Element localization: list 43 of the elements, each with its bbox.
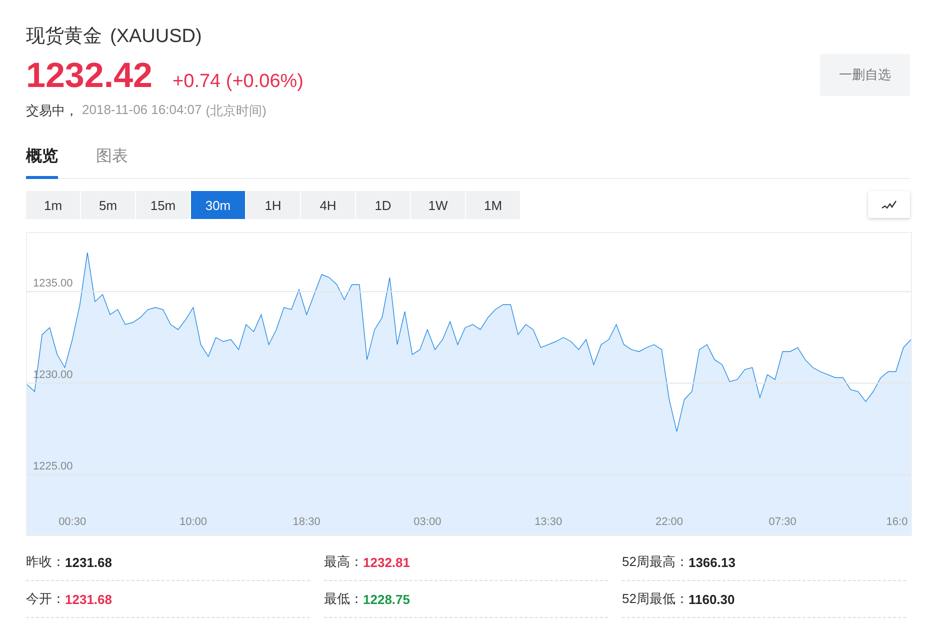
price-change: +0.74 (+0.06%) <box>172 71 304 93</box>
axis-label: 1235.00 <box>33 278 73 290</box>
axis-label: 07:30 <box>768 516 796 528</box>
interval-button[interactable]: 15m <box>136 191 190 219</box>
tab[interactable]: 概览 <box>26 146 58 179</box>
axis-label: 10:00 <box>179 516 207 528</box>
price: 1232.42 <box>26 56 153 96</box>
tab[interactable]: 图表 <box>96 146 128 179</box>
axis-label: 22:00 <box>655 516 683 528</box>
chart-type-button[interactable] <box>868 191 910 218</box>
stat-value: 1160.30 <box>688 592 735 606</box>
stat-label: 52周最高： <box>622 553 688 571</box>
interval-button[interactable]: 4H <box>301 191 355 219</box>
interval-button[interactable]: 1D <box>356 191 410 219</box>
interval-button[interactable]: 1H <box>246 191 300 219</box>
trading-status: 交易中， <box>26 102 78 120</box>
timestamp: 2018-11-06 16:04:07 <box>82 102 202 119</box>
watchlist-button[interactable]: 一删自选 <box>820 54 910 96</box>
axis-label: 16:0 <box>886 516 908 528</box>
stat-label: 今开： <box>26 590 65 608</box>
asset-symbol: (XAUUSD) <box>110 25 202 49</box>
interval-button[interactable]: 30m <box>191 191 245 219</box>
stat-value: 1232.81 <box>363 554 410 570</box>
interval-button[interactable]: 1m <box>26 191 80 219</box>
interval-button[interactable]: 1W <box>411 191 465 219</box>
axis-label: 18:30 <box>292 516 320 528</box>
stat-label: 52周最低： <box>622 590 688 608</box>
axis-label: 00:30 <box>58 516 86 528</box>
stat-value: 1228.75 <box>363 592 410 606</box>
axis-label: 03:00 <box>414 516 442 528</box>
stat-value: 1231.68 <box>65 592 112 606</box>
axis-label: 1225.00 <box>33 460 73 473</box>
stat-label: 最高： <box>324 553 363 571</box>
stat-value: 1231.68 <box>65 554 112 570</box>
stat-value: 1366.13 <box>688 554 736 570</box>
interval-button[interactable]: 5m <box>81 191 135 219</box>
stat-label: 最低： <box>324 590 363 608</box>
line-chart-icon <box>881 200 897 210</box>
timezone: (北京时间) <box>206 102 266 120</box>
asset-name: 现货黄金 <box>26 25 102 49</box>
axis-label: 13:30 <box>534 516 562 528</box>
interval-button[interactable]: 1M <box>466 191 520 219</box>
stat-label: 昨收： <box>26 553 65 571</box>
